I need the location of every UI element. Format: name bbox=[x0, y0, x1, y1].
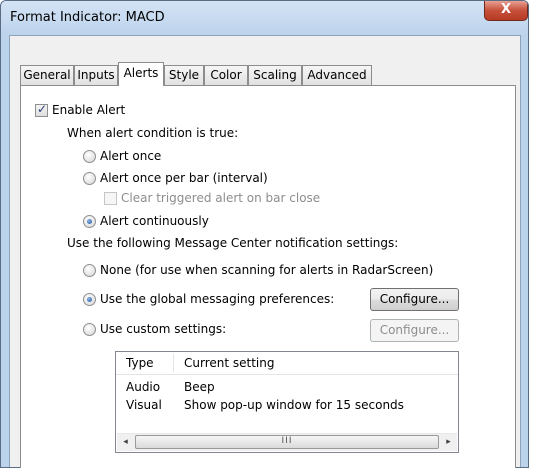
configure-global-button[interactable]: Configure... bbox=[370, 288, 459, 311]
clear-triggered-label: Clear triggered alert on bar close bbox=[121, 191, 321, 205]
scroll-thumb[interactable]: III bbox=[135, 435, 439, 449]
notification-settings-label: Use the following Message Center notific… bbox=[67, 236, 399, 250]
alert-once-per-bar-radio[interactable] bbox=[83, 172, 96, 185]
enable-alert-label: Enable Alert bbox=[52, 103, 126, 117]
scroll-right-icon[interactable]: ▸ bbox=[440, 434, 457, 451]
alert-once-per-bar-label: Alert once per bar (interval) bbox=[100, 171, 268, 185]
row-setting-cell: Show pop-up window for 15 seconds bbox=[184, 398, 404, 412]
alert-once-radio[interactable] bbox=[83, 150, 96, 163]
title-bar[interactable]: Format Indicator: MACD X bbox=[1, 1, 528, 35]
tab-inputs[interactable]: Inputs bbox=[74, 65, 118, 85]
close-icon: X bbox=[500, 2, 512, 17]
tab-style[interactable]: Style bbox=[164, 65, 204, 85]
configure-custom-button[interactable]: Configure... bbox=[370, 319, 459, 342]
enable-alert-checkbox[interactable] bbox=[35, 102, 48, 117]
horizontal-scrollbar[interactable]: ◂ III ▸ bbox=[117, 433, 457, 451]
grip-icon: III bbox=[281, 436, 293, 446]
tab-scaling[interactable]: Scaling bbox=[248, 65, 302, 85]
row-type-cell: Visual bbox=[126, 398, 162, 412]
condition-label: When alert condition is true: bbox=[67, 126, 239, 140]
alert-continuously-label: Alert continuously bbox=[100, 214, 209, 228]
global-preferences-label: Use the global messaging preferences: bbox=[100, 292, 335, 306]
close-button[interactable]: X bbox=[484, 1, 528, 21]
column-divider[interactable] bbox=[173, 354, 174, 372]
column-header-type[interactable]: Type bbox=[126, 352, 154, 374]
tab-general[interactable]: General bbox=[20, 65, 74, 85]
none-option-label: None (for use when scanning for alerts i… bbox=[100, 263, 434, 277]
clear-triggered-checkbox[interactable] bbox=[104, 192, 117, 205]
list-header: Type Current setting bbox=[116, 352, 458, 375]
custom-settings-radio[interactable] bbox=[83, 323, 96, 336]
settings-list[interactable]: Type Current setting Audio Beep Visual S… bbox=[115, 351, 459, 453]
column-header-current-setting[interactable]: Current setting bbox=[184, 352, 275, 374]
alert-once-label: Alert once bbox=[100, 149, 162, 163]
none-option-radio[interactable] bbox=[83, 264, 96, 277]
tab-alerts[interactable]: Alerts bbox=[118, 62, 164, 86]
row-type-cell: Audio bbox=[126, 380, 161, 394]
global-preferences-radio[interactable] bbox=[83, 293, 96, 306]
alert-continuously-radio[interactable] bbox=[83, 215, 96, 228]
tab-advanced[interactable]: Advanced bbox=[302, 65, 372, 85]
window-title: Format Indicator: MACD bbox=[10, 10, 165, 25]
row-setting-cell: Beep bbox=[184, 380, 215, 394]
scroll-left-icon[interactable]: ◂ bbox=[117, 434, 134, 451]
custom-settings-label: Use custom settings: bbox=[100, 322, 227, 336]
tab-color[interactable]: Color bbox=[204, 65, 248, 85]
